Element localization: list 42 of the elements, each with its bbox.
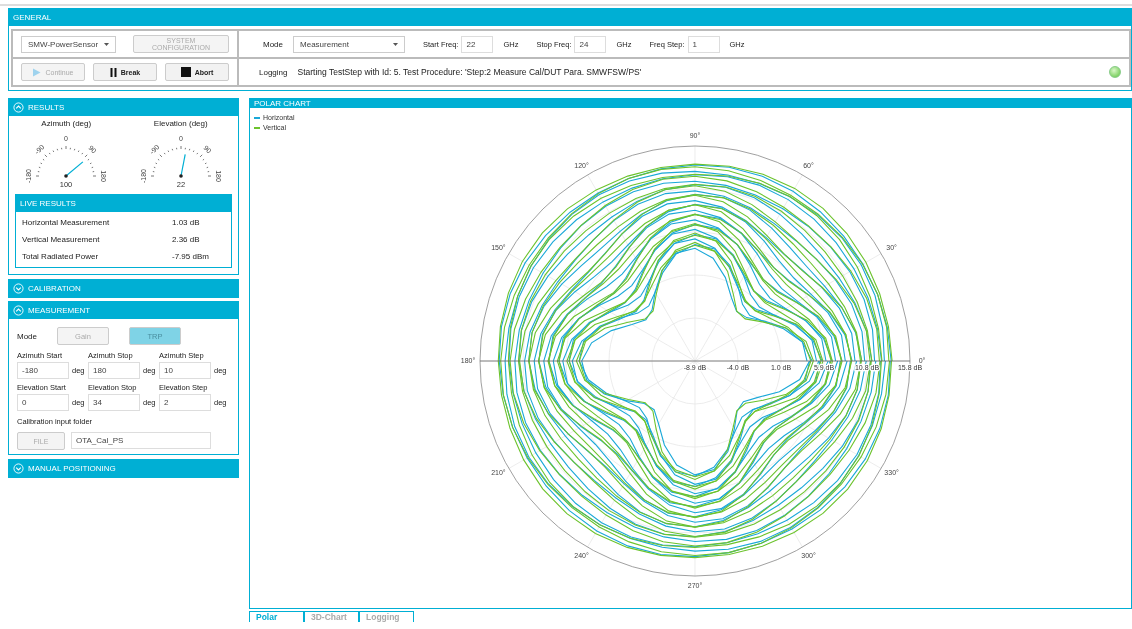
value-input[interactable]: 10 bbox=[159, 362, 211, 379]
result-value: -7.95 dBm bbox=[172, 252, 210, 261]
caret-icon bbox=[104, 42, 109, 46]
mode-label: Mode bbox=[263, 39, 283, 49]
gauge-label: Azimuth (deg) bbox=[41, 119, 92, 128]
freq-input[interactable]: 24 bbox=[574, 35, 607, 53]
panel-title: GENERAL bbox=[13, 13, 52, 22]
value-input[interactable]: 180 bbox=[88, 362, 140, 379]
section-title: MEASUREMENT bbox=[28, 306, 91, 315]
section-title: CALIBRATION bbox=[28, 284, 81, 293]
value-input[interactable]: 0 bbox=[17, 394, 69, 411]
section-title: RESULTS bbox=[28, 103, 65, 112]
dial-ticks-drawing bbox=[35, 145, 97, 177]
device-dropdown[interactable]: SMW-PowerSensor bbox=[21, 35, 116, 53]
folder-input[interactable]: OTA_Cal_PS bbox=[71, 432, 211, 449]
needle-pivot bbox=[64, 174, 69, 178]
result-name: Total Radiated Power bbox=[22, 252, 100, 261]
gauge-needle bbox=[180, 153, 186, 177]
gauge-label: Elevation (deg) bbox=[153, 119, 208, 128]
panel-title: POLAR CHART bbox=[254, 99, 311, 108]
play-icon bbox=[32, 67, 42, 77]
live-results-title: LIVE RESULTS bbox=[20, 199, 76, 208]
logging-message: Starting TestStep with Id: 5. Test Procedure: 'Step:2 Measure Cal/DUT Para. SMWFSW/PS' bbox=[297, 67, 642, 77]
dial-ticks-drawing bbox=[150, 145, 212, 177]
result-name: Vertical Measurement bbox=[22, 235, 101, 244]
caret-icon bbox=[393, 42, 398, 46]
needle-pivot bbox=[178, 174, 183, 178]
stop-icon bbox=[180, 67, 191, 77]
freq-input[interactable]: 22 bbox=[461, 35, 494, 53]
section-title: MANUAL POSITIONING bbox=[28, 464, 116, 473]
gauge-needle bbox=[65, 161, 84, 177]
logging-label: Logging bbox=[259, 67, 288, 77]
value-input[interactable]: -180 bbox=[17, 362, 69, 379]
pause-icon bbox=[109, 67, 117, 77]
mode-label: Mode bbox=[17, 331, 37, 341]
freq-input[interactable]: 1 bbox=[687, 35, 720, 53]
result-value: 1.03 dB bbox=[172, 218, 201, 227]
result-value: 2.36 dB bbox=[172, 235, 201, 244]
value-input[interactable]: 34 bbox=[88, 394, 140, 411]
value-input[interactable]: 2 bbox=[159, 394, 211, 411]
result-name: Horizontal Measurement bbox=[22, 218, 111, 227]
mode-dropdown[interactable]: Measurement bbox=[293, 35, 405, 53]
